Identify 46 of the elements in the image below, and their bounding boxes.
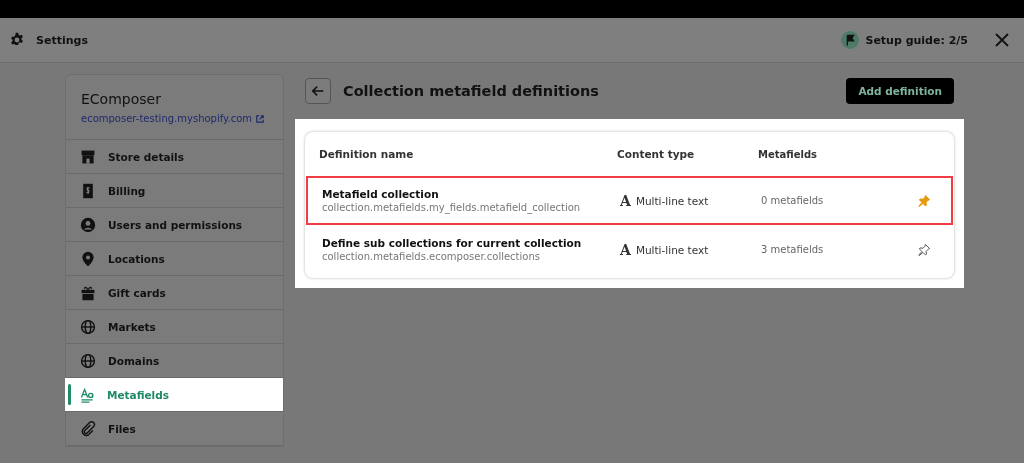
store-icon xyxy=(80,148,96,165)
definition-key: collection.metafields.my_fields.metafield_collection xyxy=(322,202,620,213)
column-header: Definition name xyxy=(319,148,415,160)
sidebar-item[interactable]: Files xyxy=(66,412,283,446)
gift-icon xyxy=(80,284,96,301)
globe-icon xyxy=(80,352,96,369)
sidebar-item[interactable]: Locations xyxy=(66,242,283,276)
text-icon xyxy=(79,386,95,403)
settings-icon xyxy=(9,32,25,48)
page-title: Collection metafield definitions xyxy=(343,83,599,99)
content-type: Multi-line text xyxy=(635,243,709,256)
type-glyph: A xyxy=(620,241,631,258)
pin-icon[interactable] xyxy=(917,242,931,257)
sidebar-item[interactable]: Store details xyxy=(66,140,283,174)
flag-icon xyxy=(841,31,860,49)
external-link-icon xyxy=(256,114,265,123)
sidebar-item[interactable]: Markets xyxy=(66,310,283,344)
definition-row[interactable]: Metafield collection collection.metafields.my_fields.metafield_collection A Multi-line text 0 metafields xyxy=(306,176,953,225)
store-name: EComposer xyxy=(81,91,162,107)
metafield-count: 0 metafields xyxy=(761,195,825,206)
type-glyph: A xyxy=(620,192,631,209)
definition-name: Define sub collections for current collection xyxy=(322,237,583,249)
store-link[interactable]: ecomposer-testing.myshopify.com xyxy=(81,113,268,124)
sidebar-item[interactable]: Gift cards xyxy=(66,276,283,310)
location-pin-icon xyxy=(80,250,96,267)
metafield-count: 3 metafields xyxy=(761,244,825,255)
arrow-left-icon xyxy=(311,84,325,98)
column-header: Content type xyxy=(617,148,696,160)
definition-row[interactable]: Define sub collections for current collection collection.metafields.ecomposer.collections A Multi-line text 3 metafields xyxy=(306,225,953,274)
close-button[interactable] xyxy=(994,32,1010,48)
column-header: Metafields xyxy=(758,148,818,160)
user-icon xyxy=(80,216,96,233)
globe-icon xyxy=(80,318,96,335)
sidebar-item[interactable]: Metafields xyxy=(65,378,283,412)
back-button[interactable] xyxy=(305,78,331,104)
content-type: Multi-line text xyxy=(635,194,709,207)
add-definition-button[interactable]: Add definition xyxy=(846,78,954,104)
definition-name: Metafield collection xyxy=(322,188,440,200)
window-title: Settings xyxy=(36,33,88,47)
sidebar-item[interactable]: Billing xyxy=(66,174,283,208)
sidebar-item[interactable]: Users and permissions xyxy=(66,208,283,242)
paperclip-icon xyxy=(80,420,96,437)
definition-key: collection.metafields.ecomposer.collections xyxy=(322,251,620,262)
setup-guide-button[interactable]: Setup guide: 2/5 xyxy=(841,31,968,49)
close-icon xyxy=(994,32,1010,48)
receipt-icon xyxy=(80,182,96,199)
